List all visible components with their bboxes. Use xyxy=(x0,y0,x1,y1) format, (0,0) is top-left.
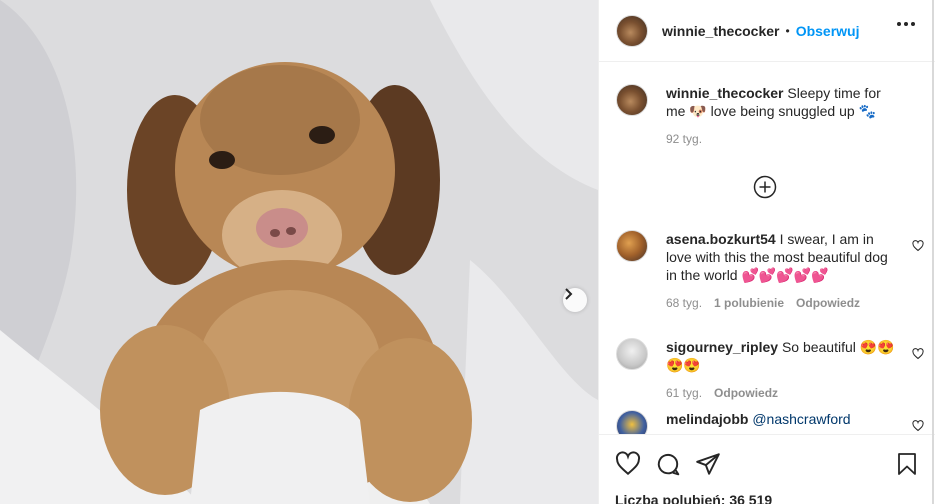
avatar[interactable] xyxy=(616,410,648,434)
list-item: asena.bozkurt54 I swear, I am in love wi… xyxy=(616,230,926,310)
comment-username[interactable]: melindajobb xyxy=(666,411,748,427)
caption-time[interactable]: 92 tyg. xyxy=(666,132,702,146)
puppy-image xyxy=(0,0,598,504)
post-header: winnie_thecocker • Obserwuj xyxy=(599,0,935,62)
post-photo[interactable] xyxy=(0,0,598,504)
list-item: melindajobb @nashcrawford xyxy=(616,410,926,434)
avatar[interactable] xyxy=(616,14,648,47)
list-item: sigourney_ripley So beautiful 😍😍😍😍 61 ty… xyxy=(616,338,926,400)
avatar[interactable] xyxy=(616,338,648,370)
chevron-right-icon xyxy=(565,288,573,300)
comment-meta: 61 tyg. Odpowiedz xyxy=(666,386,926,400)
avatar[interactable] xyxy=(616,230,648,262)
separator-dot: • xyxy=(785,23,790,38)
more-options-icon[interactable] xyxy=(897,22,915,26)
comments-list[interactable]: winnie_thecocker Sleepy time for me 🐶 lo… xyxy=(599,62,935,434)
paper-plane-icon[interactable] xyxy=(695,451,721,477)
comment-likes[interactable]: 1 polubienie xyxy=(714,296,784,310)
reply-button[interactable]: Odpowiedz xyxy=(714,386,778,400)
post-sidebar: winnie_thecocker • Obserwuj winnie_theco… xyxy=(598,0,935,504)
post-author-username[interactable]: winnie_thecocker xyxy=(662,23,780,39)
caption-username[interactable]: winnie_thecocker xyxy=(666,85,784,101)
plus-circle-icon xyxy=(753,175,777,199)
comment-time[interactable]: 68 tyg. xyxy=(666,296,702,310)
reply-button[interactable]: Odpowiedz xyxy=(796,296,860,310)
comment-bubble-icon[interactable] xyxy=(655,451,681,477)
heart-icon[interactable] xyxy=(912,348,924,360)
comment-username[interactable]: asena.bozkurt54 xyxy=(666,231,776,247)
likes-count[interactable]: Liczba polubień: 36 519 xyxy=(615,492,772,504)
divider xyxy=(932,0,934,504)
comment-time[interactable]: 61 tyg. xyxy=(666,386,702,400)
comment-username[interactable]: sigourney_ripley xyxy=(666,339,778,355)
action-bar: Liczba polubień: 36 519 xyxy=(599,434,935,504)
next-photo-button[interactable] xyxy=(563,288,587,312)
heart-icon[interactable] xyxy=(615,451,641,477)
comment-text: sigourney_ripley So beautiful 😍😍😍😍 xyxy=(666,338,898,374)
caption-text: winnie_thecocker Sleepy time for me 🐶 lo… xyxy=(666,84,898,120)
avatar[interactable] xyxy=(616,84,648,116)
heart-icon[interactable] xyxy=(912,240,924,252)
comment-mention[interactable]: @nashcrawford xyxy=(752,411,850,427)
follow-button[interactable]: Obserwuj xyxy=(796,23,860,39)
caption: winnie_thecocker Sleepy time for me 🐶 lo… xyxy=(616,84,926,146)
comment-text: melindajobb @nashcrawford xyxy=(666,410,898,428)
load-more-comments-button[interactable] xyxy=(753,175,777,199)
bookmark-icon[interactable] xyxy=(895,451,919,477)
heart-icon[interactable] xyxy=(912,420,924,432)
comment-text: asena.bozkurt54 I swear, I am in love wi… xyxy=(666,230,898,284)
caption-meta: 92 tyg. xyxy=(666,132,926,146)
comment-meta: 68 tyg. 1 polubienie Odpowiedz xyxy=(666,296,926,310)
